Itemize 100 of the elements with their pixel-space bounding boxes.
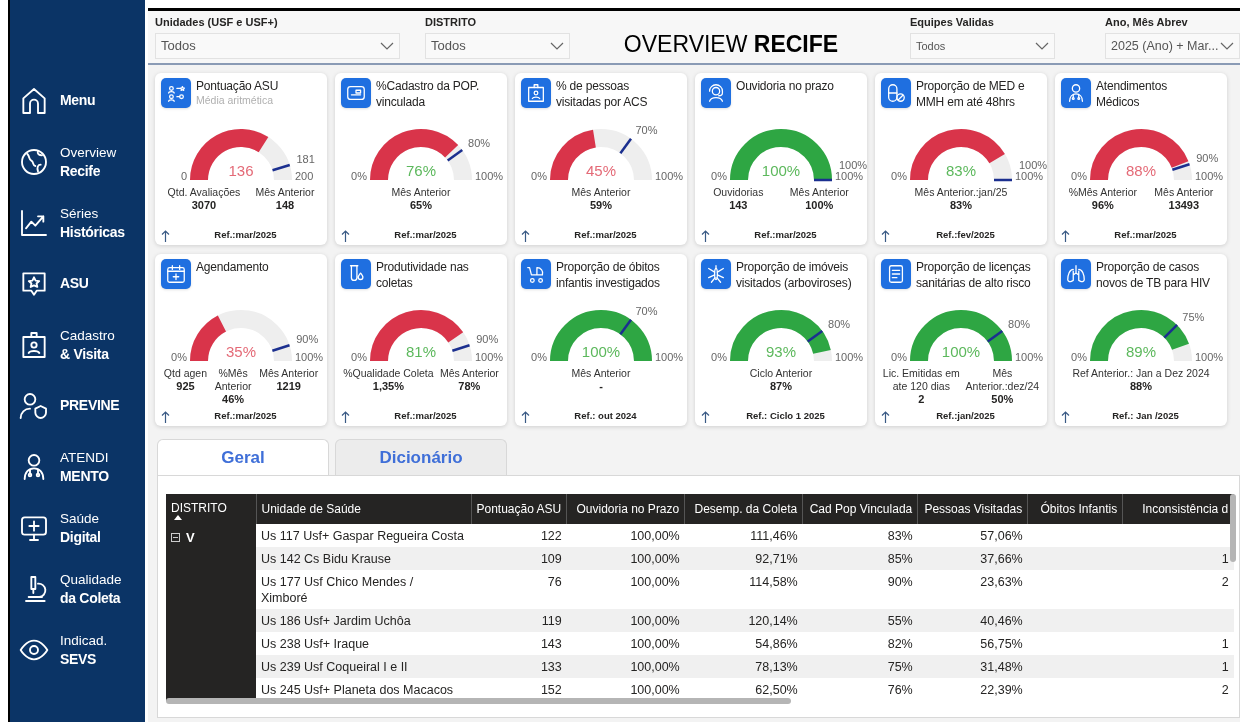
filter-dropdown[interactable]: Todos (425, 33, 570, 59)
column-header[interactable]: Unidade de Saúde (256, 494, 471, 524)
target-label: 70% (635, 304, 658, 317)
table-cell: 31,48% (917, 655, 1028, 678)
vertical-scrollbar[interactable] (1230, 494, 1236, 562)
nav-caption[interactable]: Séries (60, 203, 99, 223)
collapse-icon[interactable] (171, 533, 180, 543)
min-label: 0% (351, 170, 367, 182)
table-cell: 54,86% (684, 632, 803, 655)
nav-caption[interactable]: Saúde (60, 508, 100, 528)
tab[interactable]: Geral (157, 439, 329, 475)
column-header[interactable]: DISTRITO (166, 494, 256, 524)
stat-value: 3070 (191, 199, 217, 212)
stat-label: Ciclo Anterior (749, 367, 813, 380)
nav-caption[interactable]: Qualidade (60, 569, 122, 589)
up-arrow-icon (161, 411, 170, 423)
max-label: 100% (835, 351, 864, 363)
stat-label: %Qualidade Coleta (343, 367, 434, 380)
nav-label[interactable]: SEVS (60, 649, 97, 669)
min-label: 0 (180, 170, 187, 182)
reference-date: Ref.:mar/2025 (1114, 227, 1177, 242)
table-cell: 114,58% (684, 570, 803, 609)
stat-value: 50% (991, 393, 1014, 406)
table-cell: 143 (471, 632, 567, 655)
column-header[interactable]: Pontuação ASU (471, 494, 567, 524)
nav-label[interactable]: da Coleta (60, 588, 121, 608)
card-title: Atendimentos Médicos (1096, 78, 1167, 110)
nav-label[interactable]: PREVINE (60, 396, 120, 415)
chevron-down-icon (380, 42, 394, 50)
up-arrow-icon (701, 411, 710, 423)
horizontal-scrollbar[interactable] (166, 698, 791, 704)
stat-value: 148 (275, 199, 295, 212)
gauge-value: 83% (946, 162, 976, 179)
reference-date: Ref.:mar/2025 (214, 408, 277, 423)
nav-label[interactable]: & Visita (60, 344, 109, 364)
card-title: % de pessoas visitadas por ACS (556, 78, 648, 110)
target-label: 75% (1182, 310, 1205, 323)
nav-caption[interactable]: Overview (60, 142, 117, 162)
table-cell: 85% (802, 547, 918, 570)
stat-label: Mês Anterior (391, 186, 451, 199)
stat-value: 78% (458, 380, 481, 393)
nav-label[interactable]: Digital (60, 527, 101, 547)
nav-caption[interactable]: ATENDI (60, 447, 109, 467)
table-cell: 1 (1122, 547, 1234, 570)
reference-date: Ref.:jan/2025 (936, 408, 995, 423)
up-arrow-icon (341, 230, 350, 242)
stat-label: Ouvidorias (713, 186, 764, 199)
card-title: Proporção de MED e MMH em até 48hrs (916, 78, 1025, 110)
stat-value: 1,35% (372, 380, 404, 393)
gauge-value: 100% (941, 343, 981, 360)
table-cell: 119 (471, 609, 567, 632)
nav-label[interactable]: ASU (60, 274, 89, 293)
page-title: OVERVIEW RECIFE (623, 30, 839, 59)
min-label: 0% (1071, 170, 1087, 182)
stat-label: Qtd. Avaliações (167, 186, 241, 199)
max-label: 100% (475, 351, 504, 363)
min-label: 0% (531, 170, 547, 182)
column-header[interactable]: Ouvidoria no Prazo (566, 494, 685, 524)
filter-dropdown[interactable]: Todos (155, 33, 400, 59)
chevron-down-icon (550, 42, 564, 50)
column-header[interactable]: Desemp. da Coleta (684, 494, 803, 524)
column-header[interactable]: Óbitos Infantis (1027, 494, 1123, 524)
table-cell: 133 (471, 655, 567, 678)
nav-caption[interactable]: Cadastro (60, 325, 115, 345)
reference-date: Ref.: out 2024 (574, 408, 637, 423)
card-title: Proporção de óbitos infantis investigados (556, 259, 660, 291)
stat-label: Mês Anterior.:jan/25 (914, 186, 1008, 199)
column-header[interactable]: Pessoas Visitadas (917, 494, 1028, 524)
stat-value: 88% (1129, 380, 1152, 393)
filter-dropdown[interactable]: Todos (910, 33, 1055, 59)
target-label: 90% (476, 333, 499, 346)
nav-label[interactable]: Históricas (60, 222, 125, 242)
max-label: 100% (295, 351, 324, 363)
card-title: Agendamento (196, 259, 269, 275)
table-cell: 100,00% (566, 570, 685, 609)
min-label: 0% (351, 351, 367, 363)
table-cell: 90% (802, 570, 918, 609)
filter-dropdown[interactable]: 2025 (Ano) + Mar... (1105, 33, 1240, 59)
nav-label[interactable]: Menu (60, 91, 96, 110)
nav-label[interactable]: Recife (60, 161, 101, 181)
filter-label: Ano, Mês Abrev (1105, 15, 1188, 30)
chevron-down-icon (1035, 42, 1049, 50)
stat-label: Ref Anterior.: Jan a Dez 2024 (1072, 367, 1210, 380)
up-arrow-icon (701, 230, 710, 242)
nav-label[interactable]: MENTO (60, 466, 109, 486)
tab[interactable]: Dicionário (335, 439, 507, 475)
table-cell: 109 (471, 547, 567, 570)
nav-caption[interactable]: Indicad. (60, 630, 108, 650)
stat-label: Mês Anterior.:dez/24 (965, 367, 1040, 393)
card-title: %Cadastro da POP. vinculada (376, 78, 480, 110)
table-cell: 78,13% (684, 655, 803, 678)
column-header[interactable]: Cad Pop Vinculada (802, 494, 918, 524)
max-label: 100% (1015, 351, 1044, 363)
min-label: 0% (1071, 351, 1087, 363)
up-arrow-icon (1061, 230, 1070, 242)
gauge-value: 45% (586, 162, 616, 179)
table-cell: 92,71% (684, 547, 803, 570)
stat-label: Mês Anterior (571, 186, 631, 199)
table-cell: 100,00% (566, 547, 685, 570)
reference-date: Ref.:mar/2025 (394, 408, 457, 423)
